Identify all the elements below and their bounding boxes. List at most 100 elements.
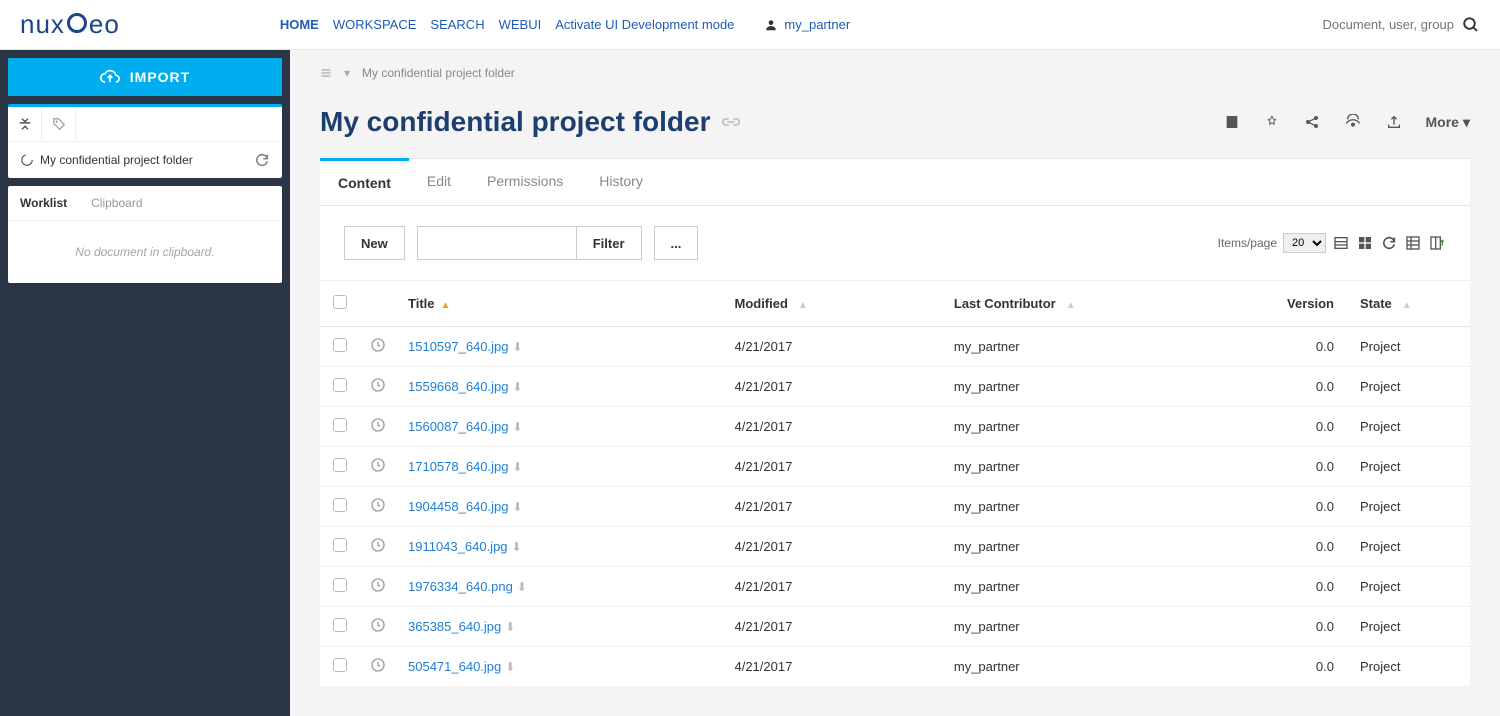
chevron-down-icon[interactable]: ▾ (344, 66, 350, 80)
table-row: 365385_640.jpg⬇4/21/2017my_partner0.0Pro… (320, 607, 1470, 647)
download-icon[interactable]: ⬇ (517, 580, 527, 594)
logo[interactable]: nuxeo (20, 9, 120, 40)
cell-contributor: my_partner (944, 407, 1277, 447)
page-title: My confidential project folder (320, 106, 740, 138)
file-title-link[interactable]: 1560087_640.jpg (408, 419, 509, 434)
cell-modified: 4/21/2017 (724, 447, 943, 487)
tree-tab-tag[interactable] (42, 107, 76, 141)
view-grid-icon[interactable] (1356, 234, 1374, 252)
download-icon[interactable]: ⬇ (513, 340, 523, 354)
download-icon[interactable]: ⬇ (513, 380, 523, 394)
edit-columns-icon[interactable] (1428, 234, 1446, 252)
nav-workspace[interactable]: WORKSPACE (333, 17, 417, 32)
row-checkbox[interactable] (333, 458, 347, 472)
download-icon[interactable]: ⬇ (512, 540, 522, 554)
page-size-select[interactable]: 20 (1283, 233, 1326, 253)
cell-contributor: my_partner (944, 447, 1277, 487)
tabs: Content Edit Permissions History (320, 159, 1470, 206)
breadcrumb-title[interactable]: My confidential project folder (362, 66, 515, 80)
tab-clipboard[interactable]: Clipboard (79, 186, 154, 220)
row-checkbox[interactable] (333, 378, 347, 392)
table-row: 1911043_640.jpg⬇4/21/2017my_partner0.0Pr… (320, 527, 1470, 567)
file-type-icon (370, 617, 388, 633)
worklist-panel: Worklist Clipboard No document in clipbo… (8, 186, 282, 283)
export-icon[interactable] (1386, 114, 1402, 130)
cell-modified: 4/21/2017 (724, 607, 943, 647)
row-checkbox[interactable] (333, 498, 347, 512)
tab-edit[interactable]: Edit (409, 159, 469, 205)
list-icon[interactable] (320, 67, 332, 79)
file-title-link[interactable]: 1710578_640.jpg (408, 459, 509, 474)
row-checkbox[interactable] (333, 658, 347, 672)
user-menu[interactable]: my_partner (764, 17, 850, 32)
sort-icon: ▲ (798, 300, 808, 311)
refresh-icon[interactable] (254, 152, 270, 168)
more-actions-button[interactable]: ... (654, 226, 699, 260)
tree-item-label[interactable]: My confidential project folder (40, 153, 193, 167)
file-title-link[interactable]: 505471_640.jpg (408, 659, 501, 674)
row-checkbox[interactable] (333, 338, 347, 352)
view-list-icon[interactable] (1332, 234, 1350, 252)
global-search[interactable] (1294, 16, 1480, 34)
filter-input[interactable] (417, 226, 577, 260)
header: nuxeo HOME WORKSPACE SEARCH WEBUI Activa… (0, 0, 1500, 50)
more-button[interactable]: More ▾ (1426, 114, 1470, 131)
tab-worklist[interactable]: Worklist (8, 186, 79, 220)
sort-icon: ▲ (1066, 300, 1076, 311)
pin-icon[interactable] (1264, 114, 1280, 130)
nav-devmode[interactable]: Activate UI Development mode (555, 17, 734, 32)
nav-home[interactable]: HOME (280, 17, 319, 32)
file-title-link[interactable]: 1559668_640.jpg (408, 379, 509, 394)
tree-tab-nav[interactable] (8, 107, 42, 141)
cell-version: 0.0 (1277, 407, 1350, 447)
share-icon[interactable] (1304, 114, 1320, 130)
cell-state: Project (1350, 647, 1470, 687)
col-contributor[interactable]: Last Contributor▲ (944, 281, 1277, 327)
main-content: ▾ My confidential project folder My conf… (290, 50, 1500, 716)
col-version[interactable]: Version (1277, 281, 1350, 327)
permalink-icon[interactable] (722, 115, 740, 129)
upload-icon (100, 68, 120, 86)
col-modified[interactable]: Modified▲ (724, 281, 943, 327)
row-checkbox[interactable] (333, 578, 347, 592)
file-title-link[interactable]: 1976334_640.png (408, 579, 513, 594)
download-icon[interactable]: ⬇ (505, 620, 515, 634)
download-icon[interactable]: ⬇ (513, 460, 523, 474)
summary-icon[interactable] (1224, 114, 1240, 130)
file-title-link[interactable]: 1510597_640.jpg (408, 339, 509, 354)
search-icon[interactable] (1462, 16, 1480, 34)
import-button[interactable]: IMPORT (8, 58, 282, 96)
filter-button[interactable]: Filter (577, 226, 642, 260)
col-title[interactable]: Title▲ (398, 281, 724, 327)
sort-asc-icon: ▲ (441, 300, 451, 311)
refresh-icon[interactable] (1380, 234, 1398, 252)
nav-search[interactable]: SEARCH (430, 17, 484, 32)
excel-export-icon[interactable] (1404, 234, 1422, 252)
file-title-link[interactable]: 365385_640.jpg (408, 619, 501, 634)
file-title-link[interactable]: 1904458_640.jpg (408, 499, 509, 514)
file-type-icon (370, 457, 388, 473)
file-title-link[interactable]: 1911043_640.jpg (408, 539, 508, 554)
cell-state: Project (1350, 487, 1470, 527)
tree-panel: My confidential project folder (8, 104, 282, 178)
download-icon[interactable]: ⬇ (513, 420, 523, 434)
tab-permissions[interactable]: Permissions (469, 159, 581, 205)
row-checkbox[interactable] (333, 538, 347, 552)
nav-webui[interactable]: WEBUI (499, 17, 542, 32)
col-state[interactable]: State▲ (1350, 281, 1470, 327)
row-checkbox[interactable] (333, 418, 347, 432)
download-icon[interactable]: ⬇ (513, 500, 523, 514)
tab-content[interactable]: Content (320, 158, 409, 205)
cell-version: 0.0 (1277, 567, 1350, 607)
cell-modified: 4/21/2017 (724, 567, 943, 607)
download-icon[interactable]: ⬇ (505, 660, 515, 674)
tab-history[interactable]: History (581, 159, 661, 205)
subscribe-icon[interactable] (1344, 114, 1362, 130)
cell-version: 0.0 (1277, 607, 1350, 647)
search-input[interactable] (1294, 17, 1454, 32)
new-button[interactable]: New (344, 226, 405, 260)
row-checkbox[interactable] (333, 618, 347, 632)
cell-contributor: my_partner (944, 367, 1277, 407)
cell-modified: 4/21/2017 (724, 407, 943, 447)
select-all-checkbox[interactable] (333, 295, 347, 309)
